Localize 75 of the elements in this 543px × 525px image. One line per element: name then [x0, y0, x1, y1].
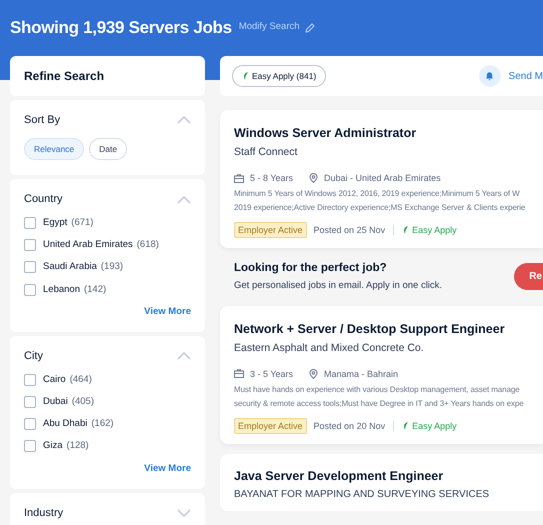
company-name: Eastern Asphalt and Mixed Concrete Co. — [234, 340, 425, 354]
checkbox[interactable] — [24, 418, 36, 430]
view-more-link[interactable]: View More — [144, 462, 191, 476]
easy-apply-label: Easy Apply — [412, 224, 457, 236]
checkbox[interactable] — [24, 216, 36, 229]
filter-option-label[interactable]: United Arab Emirates — [43, 238, 133, 252]
filter-option-label[interactable]: Abu Dhabi — [43, 417, 88, 432]
banner-title: Looking for the perfect job? — [234, 261, 388, 276]
job-title[interactable]: Network + Server / Desktop Support Engineer — [234, 320, 543, 336]
checkbox[interactable] — [24, 396, 36, 408]
job-description-line: Minimum 5 Years of Windows 2012, 2016, 2019 experience;Minimum 5 Years of W — [234, 188, 521, 200]
briefcase-icon — [234, 369, 244, 378]
employer-active-badge: Employer Active — [234, 418, 307, 434]
job-title[interactable]: Java Server Development Engineer — [234, 468, 543, 484]
filter-option-count: (618) — [136, 238, 159, 252]
briefcase-icon — [234, 174, 244, 182]
chevron-up-icon[interactable] — [177, 352, 191, 360]
refine-search-title: Refine Search — [24, 68, 104, 85]
company-name: Staff Connect — [234, 145, 298, 159]
job-description-line: Must have hands on experience with various Desktop management, asset manage — [234, 384, 521, 396]
job-description-line: 2019 experience;Active Directory experience;MS Exchange Server & Clients experie — [234, 202, 526, 214]
filter-option-label[interactable]: Giza — [43, 439, 63, 454]
filter-option-count: (671) — [71, 216, 94, 230]
leaf-icon — [242, 71, 249, 81]
experience-text: 3 - 5 Years — [250, 368, 294, 380]
section-title: Country — [24, 192, 63, 208]
job-card[interactable] — [220, 306, 543, 444]
sort-chip[interactable]: Date — [89, 138, 128, 160]
pencil-icon[interactable] — [304, 22, 315, 32]
checkbox[interactable] — [24, 374, 36, 386]
leaf-icon — [402, 420, 410, 430]
location-pin-icon — [309, 368, 318, 378]
filter-option-count: (128) — [66, 439, 89, 454]
job-card[interactable] — [220, 110, 543, 248]
job-description-line: security & remote access tools;Must have Degree in IT and 3+ Years hands on expe — [234, 398, 525, 410]
chevron-up-icon[interactable] — [177, 196, 191, 204]
filter-option-count: (193) — [100, 260, 124, 274]
posted-date: Posted on 20 Nov — [314, 420, 386, 432]
sort-chip[interactable]: Relevance — [24, 138, 84, 160]
chevron-down-icon[interactable] — [177, 509, 191, 517]
filter-option-label[interactable]: Egypt — [43, 216, 68, 230]
location-text: Manama - Bahrain — [324, 368, 398, 380]
employer-active-badge: Employer Active — [234, 222, 307, 238]
banner-text: Get personalised jobs in email. Apply in one click. — [234, 279, 442, 294]
send-me-jobs-link[interactable]: Send M — [508, 68, 543, 84]
section-title: City — [24, 349, 43, 364]
filter-option-count: (464) — [70, 372, 92, 386]
filter-option-label[interactable]: Dubai — [43, 394, 68, 409]
register-button[interactable]: Re — [514, 263, 543, 290]
filter-option-label[interactable]: Lebanon — [43, 282, 80, 297]
section-title: Industry — [24, 506, 64, 521]
checkbox[interactable] — [24, 284, 36, 296]
section-title: Sort By — [24, 113, 60, 128]
easy-apply-label: Easy Apply — [412, 420, 457, 432]
job-card[interactable]: Java Server Development Engineer BAYANAT FOR MAPPING AND SURVEYING SERVICES — [220, 454, 543, 510]
filter-option-count: (162) — [91, 417, 114, 431]
leaf-icon — [402, 225, 410, 235]
company-name: BAYANAT FOR MAPPING AND SURVEYING SERVICES — [234, 488, 490, 500]
filter-option-count: (405) — [72, 394, 94, 409]
filter-option-label[interactable]: Saudi Arabia — [43, 260, 97, 274]
checkbox[interactable] — [24, 261, 36, 274]
location-pin-icon — [309, 173, 318, 183]
filter-option-label[interactable]: Cairo — [43, 372, 66, 387]
chevron-up-icon[interactable] — [177, 116, 191, 124]
experience-text: 5 - 8 Years — [250, 172, 294, 184]
checkbox[interactable] — [24, 239, 36, 252]
page-title: Showing 1,939 Servers Jobs — [10, 16, 232, 39]
view-more-link[interactable]: View More — [144, 304, 191, 319]
filter-option-count: (142) — [84, 282, 106, 296]
checkbox[interactable] — [24, 440, 36, 452]
job-title[interactable]: Windows Server Administrator — [234, 125, 543, 141]
easy-apply-chip[interactable]: Easy Apply (841) — [232, 64, 326, 88]
location-text: Dubai - United Arab Emirates — [324, 172, 441, 184]
posted-date: Posted on 25 Nov — [314, 224, 386, 236]
bell-icon[interactable] — [478, 65, 501, 87]
